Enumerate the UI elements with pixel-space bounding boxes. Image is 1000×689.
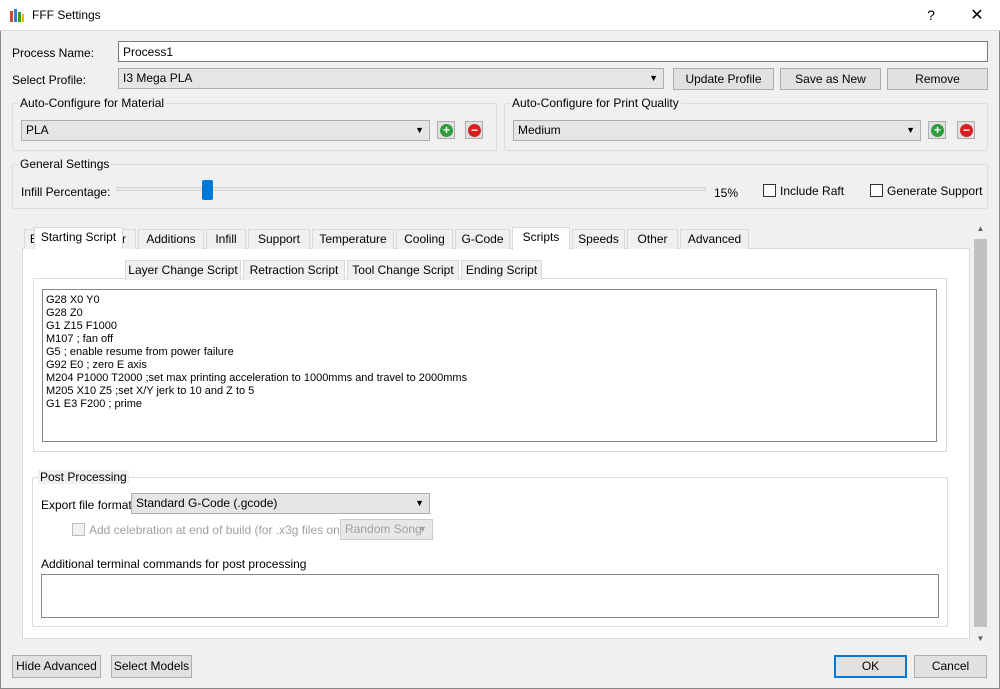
additional-commands-label: Additional terminal commands for post pr… bbox=[41, 557, 307, 571]
cancel-button[interactable]: Cancel bbox=[914, 655, 987, 678]
generate-support-label: Generate Support bbox=[887, 184, 983, 198]
subtab-tool-change-script[interactable]: Tool Change Script bbox=[347, 260, 459, 280]
infill-slider-thumb[interactable] bbox=[202, 180, 213, 200]
celebration-song-select[interactable]: Random Song ▼ bbox=[340, 519, 433, 540]
title-bar: FFF Settings ? ✕ bbox=[0, 0, 1000, 31]
select-profile-label: Select Profile: bbox=[12, 73, 87, 87]
general-settings-title: General Settings bbox=[18, 157, 112, 171]
ok-button[interactable]: OK bbox=[834, 655, 907, 678]
remove-profile-button[interactable]: Remove bbox=[887, 68, 988, 90]
subtab-layer-change-script[interactable]: Layer Change Script bbox=[125, 260, 241, 280]
celebration-song-value: Random Song bbox=[345, 522, 422, 536]
infill-value: 15% bbox=[714, 186, 739, 200]
process-name-label: Process Name: bbox=[12, 46, 95, 60]
scroll-down-icon[interactable]: ▼ bbox=[973, 631, 988, 647]
plus-icon: + bbox=[440, 124, 453, 137]
post-processing-title: Post Processing bbox=[38, 470, 129, 484]
update-profile-button[interactable]: Update Profile bbox=[673, 68, 774, 90]
tab-other[interactable]: Other bbox=[627, 229, 678, 249]
chevron-down-icon: ▼ bbox=[418, 524, 427, 534]
profile-select[interactable]: I3 Mega PLA ▼ bbox=[118, 68, 664, 89]
tab-infill[interactable]: Infill bbox=[206, 229, 246, 249]
celebration-checkbox[interactable] bbox=[72, 523, 85, 536]
vertical-scrollbar[interactable]: ▲ ▼ bbox=[973, 221, 988, 647]
additional-commands-input[interactable] bbox=[41, 574, 939, 618]
save-as-new-button[interactable]: Save as New bbox=[780, 68, 881, 90]
chevron-down-icon: ▼ bbox=[415, 498, 424, 508]
help-button[interactable]: ? bbox=[908, 0, 954, 31]
tab-additions[interactable]: Additions bbox=[138, 229, 204, 249]
quality-select-value: Medium bbox=[518, 123, 561, 137]
tab-speeds[interactable]: Speeds bbox=[572, 229, 625, 249]
add-quality-button[interactable]: + bbox=[928, 121, 946, 139]
subtab-ending-script[interactable]: Ending Script bbox=[461, 260, 542, 280]
infill-label: Infill Percentage: bbox=[21, 185, 111, 199]
minus-icon: − bbox=[960, 124, 973, 137]
remove-material-button[interactable]: − bbox=[465, 121, 483, 139]
chevron-down-icon: ▼ bbox=[649, 73, 658, 83]
select-models-button[interactable]: Select Models bbox=[111, 655, 192, 678]
close-button[interactable]: ✕ bbox=[954, 0, 1000, 31]
subtab-starting-script[interactable]: Starting Script bbox=[34, 227, 123, 249]
quality-group-title: Auto-Configure for Print Quality bbox=[510, 96, 681, 110]
scroll-up-icon[interactable]: ▲ bbox=[973, 221, 988, 237]
minus-icon: − bbox=[468, 124, 481, 137]
material-select-value: PLA bbox=[26, 123, 49, 137]
chevron-down-icon: ▼ bbox=[906, 125, 915, 135]
scrollbar-thumb[interactable] bbox=[974, 239, 987, 627]
celebration-label: Add celebration at end of build (for .x3… bbox=[89, 523, 353, 537]
tab-temperature[interactable]: Temperature bbox=[312, 229, 394, 249]
tab-g-code[interactable]: G-Code bbox=[455, 229, 510, 249]
tab-scripts[interactable]: Scripts bbox=[512, 227, 570, 250]
chevron-down-icon: ▼ bbox=[415, 125, 424, 135]
tab-cooling[interactable]: Cooling bbox=[396, 229, 453, 249]
tab-advanced[interactable]: Advanced bbox=[680, 229, 749, 249]
include-raft-label: Include Raft bbox=[780, 184, 845, 198]
material-select[interactable]: PLA ▼ bbox=[21, 120, 430, 141]
plus-icon: + bbox=[931, 124, 944, 137]
add-material-button[interactable]: + bbox=[437, 121, 455, 139]
tab-support[interactable]: Support bbox=[248, 229, 310, 249]
profile-select-value: I3 Mega PLA bbox=[123, 71, 193, 85]
process-name-input[interactable] bbox=[118, 41, 988, 62]
hide-advanced-button[interactable]: Hide Advanced bbox=[12, 655, 101, 678]
generate-support-checkbox[interactable] bbox=[870, 184, 883, 197]
starting-script-editor[interactable]: G28 X0 Y0 G28 Z0 G1 Z15 F1000 M107 ; fan… bbox=[42, 289, 937, 442]
subtab-retraction-script[interactable]: Retraction Script bbox=[243, 260, 345, 280]
export-format-select[interactable]: Standard G-Code (.gcode) ▼ bbox=[131, 493, 430, 514]
quality-select[interactable]: Medium ▼ bbox=[513, 120, 921, 141]
remove-quality-button[interactable]: − bbox=[957, 121, 975, 139]
include-raft-checkbox[interactable] bbox=[763, 184, 776, 197]
export-format-value: Standard G-Code (.gcode) bbox=[136, 496, 278, 510]
app-icon bbox=[9, 8, 25, 24]
export-format-label: Export file format bbox=[41, 498, 132, 512]
material-group-title: Auto-Configure for Material bbox=[18, 96, 167, 110]
window-title: FFF Settings bbox=[32, 8, 101, 22]
